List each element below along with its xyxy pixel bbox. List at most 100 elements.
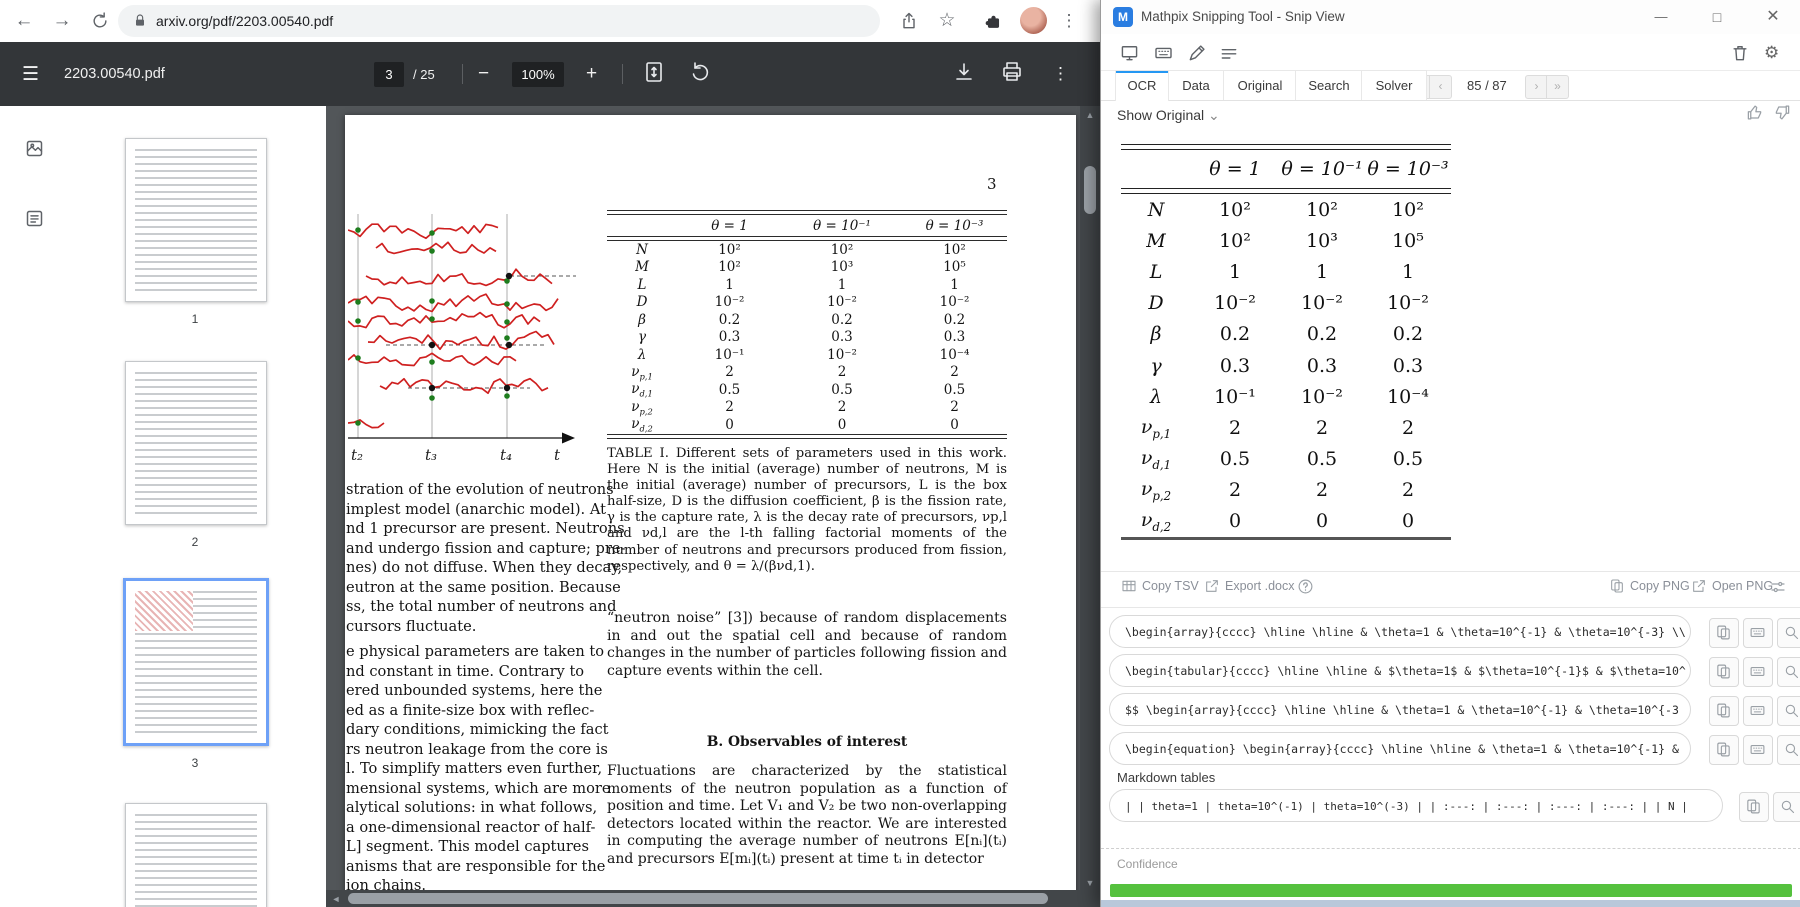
keyboard-entry-button[interactable] (1153, 43, 1175, 63)
table-row: γ0.30.30.3 (1121, 350, 1451, 381)
scroll-up-arrow[interactable]: ▲ (1080, 110, 1100, 120)
result-tabs: OCR Data Original Search Solver (1101, 70, 1800, 101)
table-row: νp,1222 (607, 364, 1007, 382)
search-latex-button[interactable] (1777, 618, 1800, 648)
edit-latex-button[interactable] (1743, 735, 1773, 765)
png-settings-button[interactable] (1769, 578, 1792, 596)
table-cell: 0.5 (782, 382, 902, 398)
horizontal-scroll-thumb[interactable] (348, 893, 1048, 904)
table-row: λ10⁻¹10⁻²10⁻⁴ (1121, 381, 1451, 412)
copy-latex-button[interactable] (1709, 735, 1739, 765)
page-thumbnail-2[interactable] (125, 361, 267, 525)
copy-latex-button[interactable] (1709, 657, 1739, 687)
search-latex-button[interactable] (1777, 696, 1800, 726)
tab-original[interactable]: Original (1223, 70, 1297, 100)
table-cell: 10⁵ (1365, 230, 1451, 252)
latex-output-field[interactable]: \begin{tabular}{cccc} \hline \hline & $\… (1109, 654, 1691, 687)
row-label: β (607, 312, 677, 328)
minimize-button[interactable]: — (1647, 4, 1675, 30)
horizontal-scrollbar[interactable]: ◄ (326, 890, 1080, 907)
rotate-button[interactable] (688, 60, 716, 88)
tab-ocr[interactable]: OCR (1115, 70, 1169, 101)
browser-menu-button[interactable]: ⋮ (1056, 8, 1082, 34)
open-png-button[interactable]: Open PNG (1691, 578, 1773, 594)
zoom-in-button[interactable]: + (586, 42, 597, 106)
zoom-level-input[interactable]: 100% (512, 62, 564, 87)
zoom-out-button[interactable]: − (478, 42, 489, 106)
table-help-button[interactable] (1297, 578, 1319, 595)
thumbnails-view-button[interactable] (24, 138, 45, 164)
print-button[interactable] (1000, 60, 1028, 88)
page-number-input[interactable]: 3 (374, 62, 404, 87)
table-cell: 0 (677, 417, 782, 433)
text-line: rs neutron leakage from the core is (346, 740, 608, 760)
pdf-menu-button[interactable]: ☰ (22, 42, 39, 106)
page-thumbnail-3-selected[interactable] (123, 578, 269, 746)
tab-search[interactable]: Search (1295, 70, 1363, 100)
text-line: and undergo fission and capture; pre- (346, 539, 608, 559)
scroll-down-arrow[interactable]: ▼ (1080, 878, 1100, 888)
maximize-button[interactable]: □ (1703, 4, 1731, 30)
thumbs-up-button[interactable] (1746, 103, 1768, 123)
vertical-scroll-thumb[interactable] (1084, 166, 1096, 214)
latex-output-field[interactable]: $$ \begin{array}{cccc} \hline \hline & \… (1109, 693, 1691, 726)
tab-solver[interactable]: Solver (1361, 70, 1427, 100)
copy-tsv-button[interactable]: Copy TSV (1121, 578, 1199, 594)
fit-page-button[interactable] (642, 60, 670, 88)
lines-list-button[interactable] (1219, 43, 1241, 63)
table-cell: 0.5 (1365, 448, 1451, 470)
copy-latex-button[interactable] (1709, 696, 1739, 726)
latex-output-field[interactable]: \begin{equation} \begin{array}{cccc} \hl… (1109, 732, 1691, 765)
copy-icon (1609, 578, 1625, 594)
scroll-left-arrow[interactable]: ◄ (326, 894, 346, 904)
reload-button[interactable] (86, 7, 114, 35)
edit-latex-button[interactable] (1743, 657, 1773, 687)
pdf-more-button[interactable]: ⋮ (1052, 42, 1069, 106)
table-row: D10⁻²10⁻²10⁻² (607, 294, 1007, 312)
download-button[interactable] (952, 60, 980, 88)
dashed-divider (1101, 848, 1800, 849)
share-button[interactable] (896, 8, 922, 34)
show-original-toggle[interactable]: Show Original ⌄ (1117, 107, 1220, 124)
tab-data[interactable]: Data (1167, 70, 1225, 100)
thumbs-down-button[interactable] (1772, 103, 1794, 123)
markdown-output-field[interactable]: | | theta=1 | theta=10^(-1) | theta=10^(… (1109, 789, 1723, 822)
copy-png-button[interactable]: Copy PNG (1609, 578, 1690, 594)
back-button[interactable]: ← (10, 7, 38, 35)
search-latex-button[interactable] (1777, 657, 1800, 687)
table-cell: 2 (677, 364, 782, 380)
page-thumbnail-1[interactable] (125, 138, 267, 302)
table-cell: 0 (1365, 510, 1451, 532)
show-original-label: Show Original (1117, 107, 1204, 123)
draw-pen-button[interactable] (1187, 43, 1209, 63)
axis-label-t: t (554, 446, 561, 464)
export-docx-button[interactable]: Export .docx (1204, 578, 1294, 594)
bookmark-star-button[interactable]: ☆ (934, 8, 960, 34)
profile-avatar[interactable] (1020, 7, 1047, 34)
toolbar-divider (462, 64, 463, 84)
table-row: νd,2000 (1121, 506, 1451, 537)
delete-snip-button[interactable] (1730, 43, 1752, 63)
table-cell: 10³ (1279, 230, 1365, 252)
copy-latex-button[interactable] (1709, 618, 1739, 648)
text-line: implest model (anarchic model). At (346, 500, 608, 520)
edit-latex-button[interactable] (1743, 618, 1773, 648)
clipboard-icon (1745, 798, 1762, 815)
forward-button[interactable]: → (48, 7, 76, 35)
close-button[interactable]: ✕ (1759, 4, 1787, 30)
search-markdown-button[interactable] (1773, 792, 1800, 822)
text-line: ered unbounded systems, here the (346, 681, 608, 701)
edit-latex-button[interactable] (1743, 696, 1773, 726)
vertical-scrollbar[interactable]: ▲ ▼ (1080, 106, 1100, 907)
extensions-button[interactable] (980, 8, 1006, 34)
settings-button[interactable]: ⚙ (1764, 43, 1786, 63)
copy-markdown-button[interactable] (1739, 792, 1769, 822)
outline-view-button[interactable] (24, 208, 45, 234)
keyboard-icon (1749, 624, 1766, 641)
page-thumbnail-4[interactable] (125, 803, 267, 907)
table-row: L111 (607, 276, 1007, 294)
latex-output-field[interactable]: \begin{array}{cccc} \hline \hline & \the… (1109, 615, 1691, 648)
address-bar[interactable]: arxiv.org/pdf/2203.00540.pdf (118, 5, 880, 37)
new-snip-button[interactable] (1119, 43, 1141, 63)
search-latex-button[interactable] (1777, 735, 1800, 765)
